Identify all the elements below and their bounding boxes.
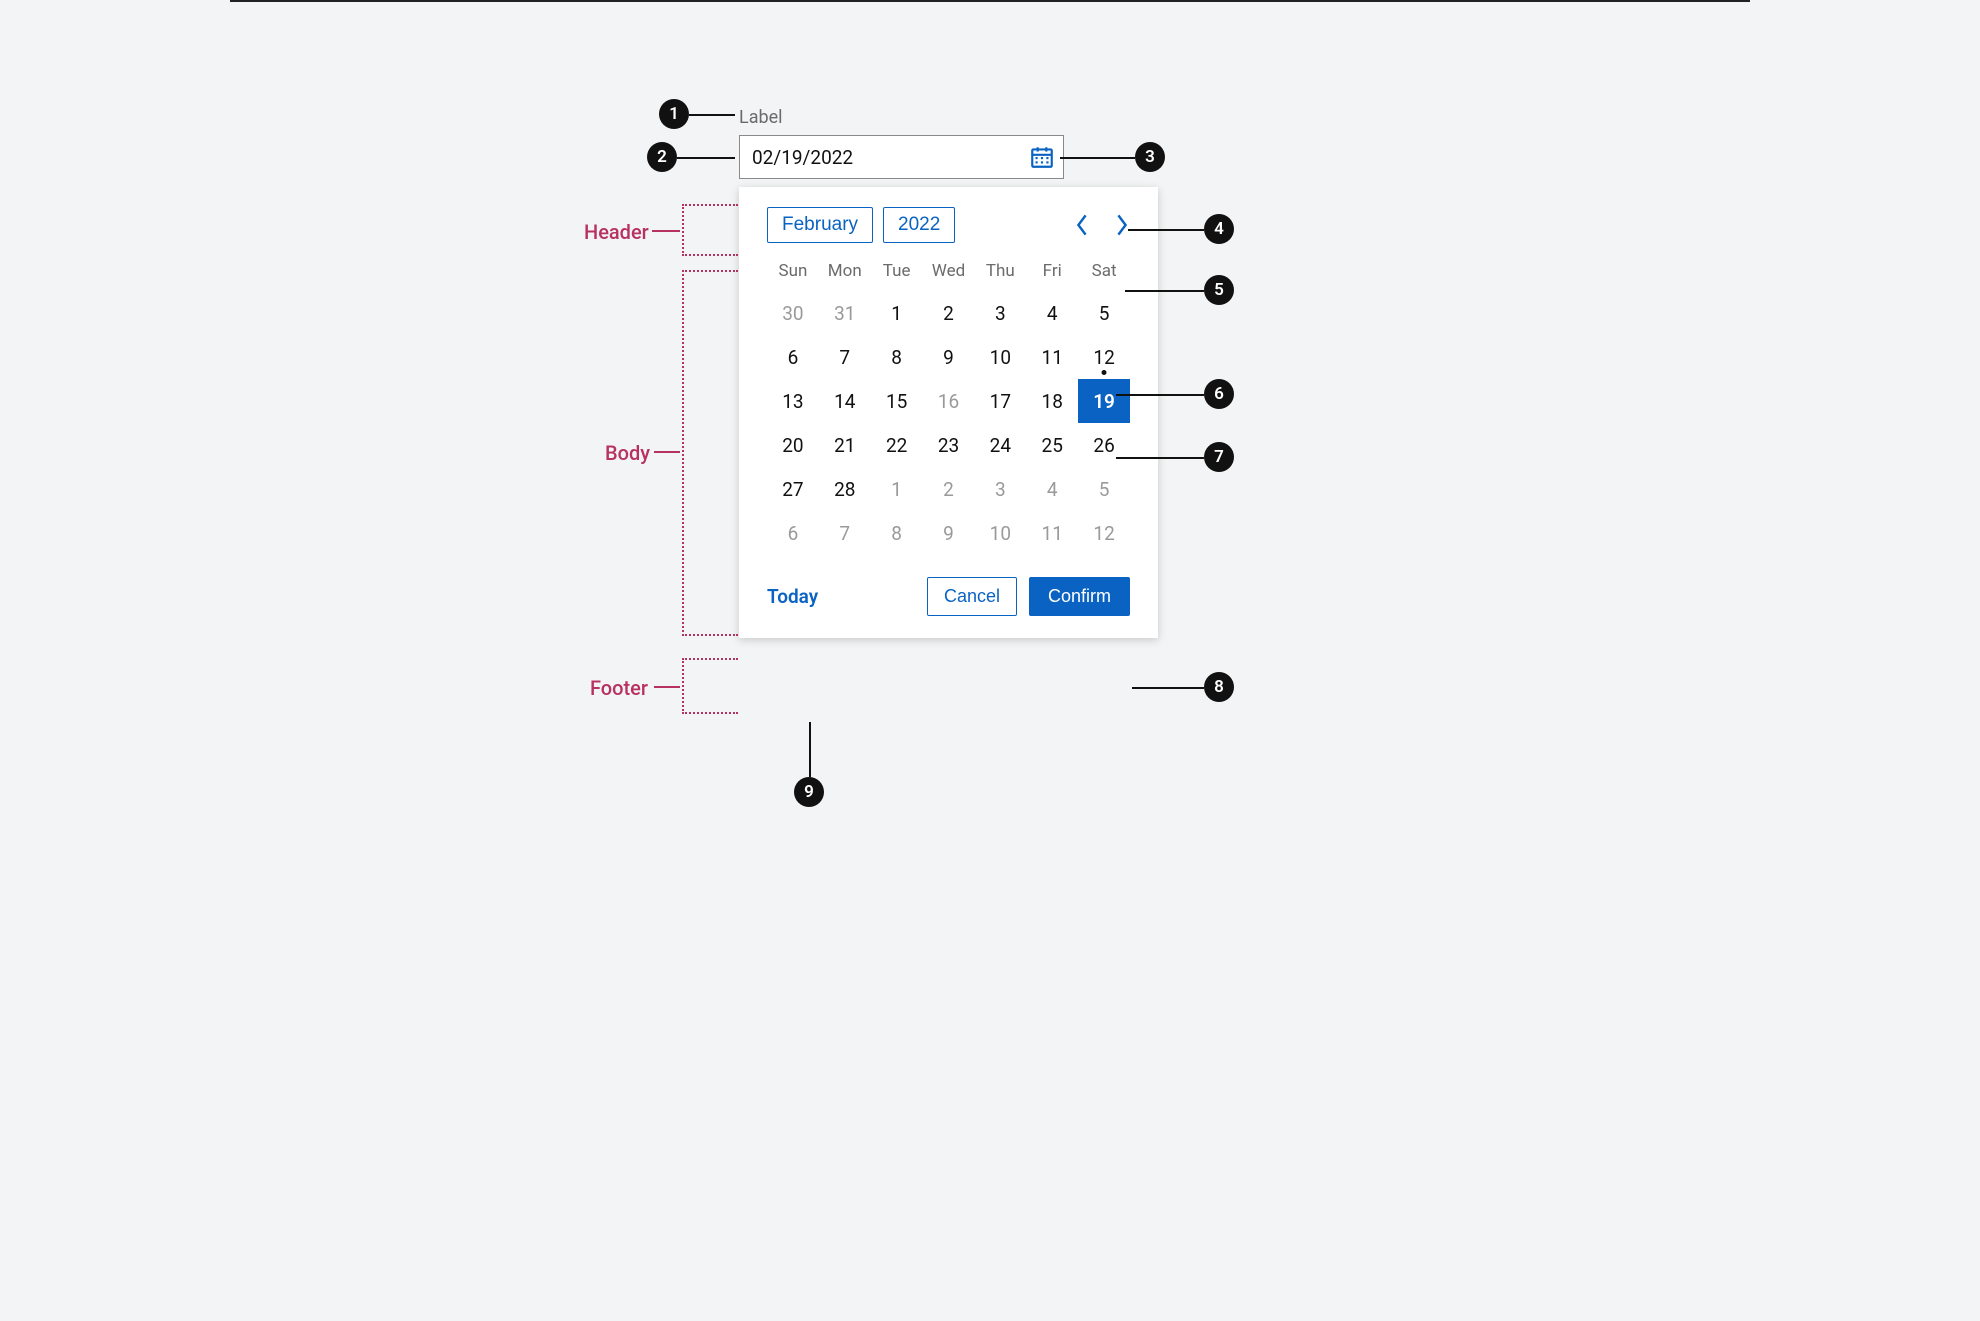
day-cell[interactable]: 5: [1078, 291, 1130, 335]
day-cell[interactable]: 30: [767, 291, 819, 335]
day-cell[interactable]: 11: [1026, 511, 1078, 555]
day-cell[interactable]: 16: [923, 379, 975, 423]
date-input-value: 02/19/2022: [752, 146, 853, 169]
calendar-popover: February 2022 SunMonTueWedThuFriSat 3031…: [739, 187, 1158, 638]
day-cell[interactable]: 4: [1026, 467, 1078, 511]
day-cell[interactable]: 22: [871, 423, 923, 467]
day-cell[interactable]: 10: [974, 511, 1026, 555]
anatomy-pin-8: 8: [1204, 672, 1234, 702]
day-cell[interactable]: 11: [1026, 335, 1078, 379]
year-select-button[interactable]: 2022: [883, 207, 955, 243]
weekday-label: Sat: [1078, 261, 1130, 281]
confirm-button[interactable]: Confirm: [1029, 577, 1130, 616]
day-cell[interactable]: 9: [923, 511, 975, 555]
day-cell[interactable]: 21: [819, 423, 871, 467]
anatomy-pin-3: 3: [1135, 142, 1165, 172]
anatomy-pin-2: 2: [647, 142, 677, 172]
day-cell[interactable]: 1: [871, 467, 923, 511]
day-cell[interactable]: 23: [923, 423, 975, 467]
cancel-button[interactable]: Cancel: [927, 577, 1017, 616]
anatomy-pin-5: 5: [1204, 275, 1234, 305]
day-cell[interactable]: 5: [1078, 467, 1130, 511]
section-label-body: Body: [605, 441, 650, 465]
month-select-button[interactable]: February: [767, 207, 873, 243]
day-cell[interactable]: 15: [871, 379, 923, 423]
day-cell[interactable]: 1: [871, 291, 923, 335]
calendar-icon[interactable]: [1029, 144, 1055, 170]
day-cell[interactable]: 6: [767, 335, 819, 379]
day-cell[interactable]: 3: [974, 291, 1026, 335]
weekday-label: Wed: [923, 261, 975, 281]
day-cell[interactable]: 26: [1078, 423, 1130, 467]
weekday-row: SunMonTueWedThuFriSat: [767, 261, 1130, 281]
day-cell[interactable]: 25: [1026, 423, 1078, 467]
day-cell[interactable]: 2: [923, 291, 975, 335]
day-cell[interactable]: 7: [819, 511, 871, 555]
day-cell[interactable]: 28: [819, 467, 871, 511]
day-cell[interactable]: 18: [1026, 379, 1078, 423]
weekday-label: Tue: [871, 261, 923, 281]
day-cell[interactable]: 13: [767, 379, 819, 423]
anatomy-pin-4: 4: [1204, 214, 1234, 244]
day-cell[interactable]: 9: [923, 335, 975, 379]
anatomy-pin-1: 1: [659, 99, 689, 129]
prev-month-button[interactable]: [1074, 213, 1090, 237]
weekday-label: Fri: [1026, 261, 1078, 281]
day-cell[interactable]: 3: [974, 467, 1026, 511]
day-cell[interactable]: 27: [767, 467, 819, 511]
day-cell[interactable]: 20: [767, 423, 819, 467]
day-cell[interactable]: 12: [1078, 511, 1130, 555]
day-cell-today[interactable]: 12: [1078, 335, 1130, 379]
weekday-label: Sun: [767, 261, 819, 281]
date-input[interactable]: 02/19/2022: [739, 135, 1064, 179]
calendar-header: February 2022: [767, 207, 1130, 243]
day-cell[interactable]: 6: [767, 511, 819, 555]
day-cell[interactable]: 4: [1026, 291, 1078, 335]
calendar-body: 3031123456789101112131415161718192021222…: [767, 291, 1130, 555]
day-cell[interactable]: 7: [819, 335, 871, 379]
calendar-footer: Today Cancel Confirm: [767, 577, 1130, 616]
day-cell[interactable]: 31: [819, 291, 871, 335]
day-cell[interactable]: 17: [974, 379, 1026, 423]
day-cell[interactable]: 10: [974, 335, 1026, 379]
next-month-button[interactable]: [1114, 213, 1130, 237]
day-cell[interactable]: 8: [871, 335, 923, 379]
anatomy-pin-6: 6: [1204, 379, 1234, 409]
weekday-label: Thu: [974, 261, 1026, 281]
anatomy-pin-9: 9: [794, 777, 824, 807]
section-label-header: Header: [584, 220, 649, 244]
field-label: Label: [739, 107, 783, 128]
today-button[interactable]: Today: [767, 585, 818, 608]
section-label-footer: Footer: [590, 676, 648, 700]
weekday-label: Mon: [819, 261, 871, 281]
diagram-stage: Label 02/19/2022 February 2022: [230, 0, 1750, 1011]
anatomy-pin-7: 7: [1204, 442, 1234, 472]
day-cell[interactable]: 2: [923, 467, 975, 511]
day-cell-selected[interactable]: 19: [1078, 379, 1130, 423]
day-cell[interactable]: 8: [871, 511, 923, 555]
day-cell[interactable]: 14: [819, 379, 871, 423]
day-cell[interactable]: 24: [974, 423, 1026, 467]
